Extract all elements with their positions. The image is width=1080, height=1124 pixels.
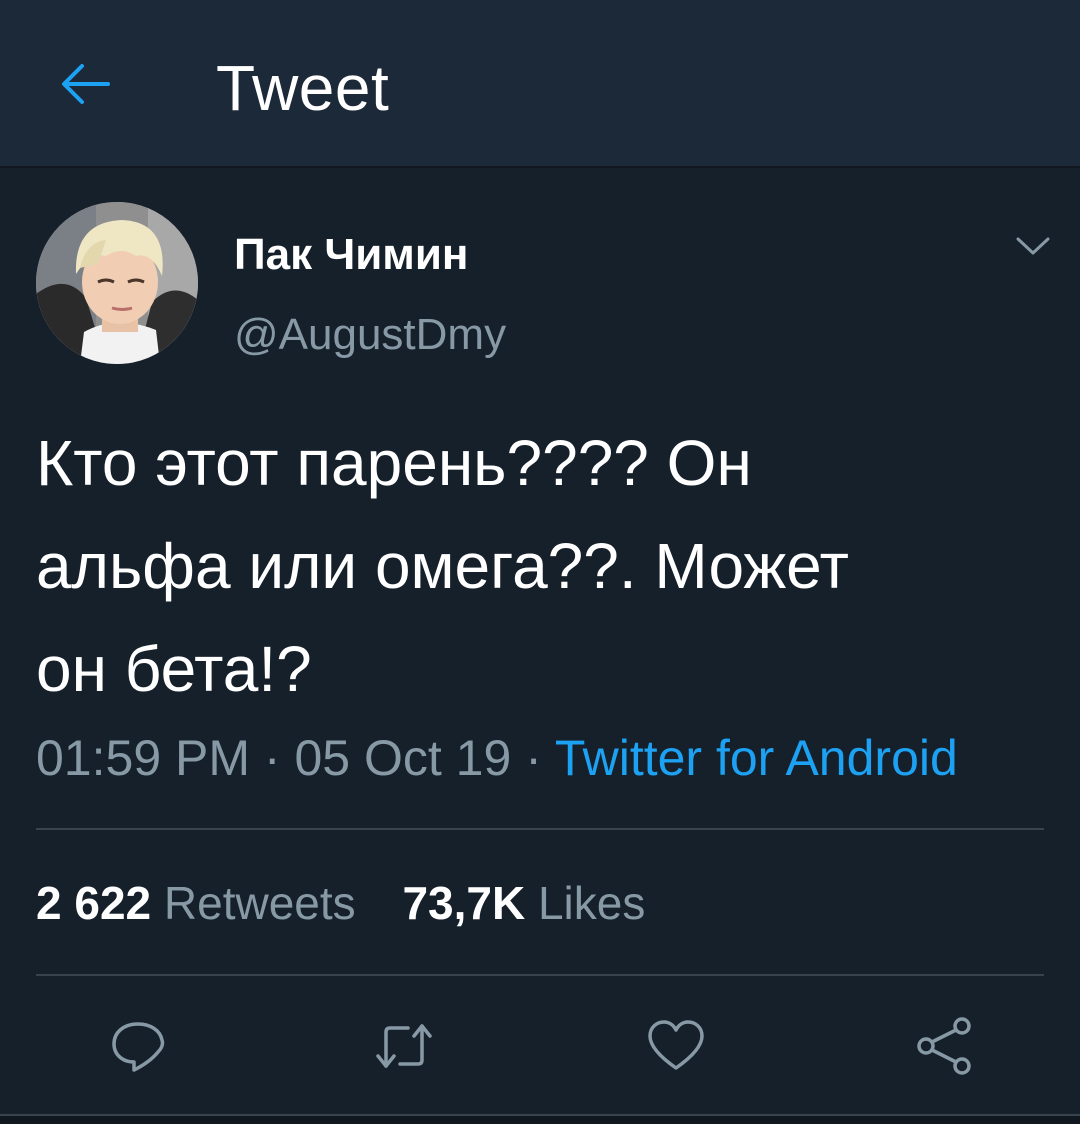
- back-button[interactable]: [48, 52, 124, 116]
- tweet-source-link[interactable]: Twitter for Android: [555, 730, 958, 786]
- likes-label: Likes: [537, 877, 646, 929]
- tweet-date: 05 Oct 19: [294, 730, 512, 786]
- retweet-icon: [376, 1024, 432, 1068]
- chevron-down-icon: [1016, 237, 1050, 255]
- retweets-count: 2 622: [36, 877, 152, 929]
- tweet-time: 01:59 PM: [36, 730, 251, 786]
- likes-stat[interactable]: 73,7K Likes: [402, 877, 645, 929]
- retweets-stat[interactable]: 2 622 Retweets: [36, 877, 368, 929]
- divider: [36, 828, 1044, 830]
- share-icon: [917, 1017, 971, 1075]
- reply-button[interactable]: [100, 1008, 176, 1084]
- share-button[interactable]: [906, 1008, 982, 1084]
- reply-icon: [112, 1022, 165, 1072]
- tweet-meta: 01:59 PM · 05 Oct 19 · Twitter for Andro…: [36, 726, 958, 790]
- engagement-stats: 2 622 Retweets 73,7K Likes: [36, 874, 645, 932]
- likes-count: 73,7K: [402, 877, 526, 929]
- top-app-bar: Tweet: [0, 0, 1080, 168]
- avatar-image: [36, 202, 198, 364]
- tweet-detail-screen: Tweet Пак Чимин @AugustDmy Кто этот паре…: [0, 0, 1080, 1124]
- meta-separator: ·: [525, 730, 542, 786]
- heart-icon: [648, 1020, 704, 1070]
- retweet-button[interactable]: [366, 1008, 442, 1084]
- divider: [36, 974, 1044, 976]
- retweets-label: Retweets: [163, 877, 356, 929]
- author-handle[interactable]: @AugustDmy: [234, 308, 506, 362]
- tweet-text: Кто этот парень???? Он альфа или омега??…: [36, 427, 849, 705]
- like-button[interactable]: [638, 1008, 714, 1084]
- author-display-name[interactable]: Пак Чимин: [234, 228, 468, 282]
- back-arrow-icon: [62, 64, 110, 104]
- avatar[interactable]: [36, 202, 198, 364]
- tweet-options-button[interactable]: [1006, 226, 1060, 266]
- bottom-divider: [0, 1114, 1080, 1124]
- page-title: Tweet: [216, 52, 390, 124]
- meta-separator: ·: [263, 730, 281, 786]
